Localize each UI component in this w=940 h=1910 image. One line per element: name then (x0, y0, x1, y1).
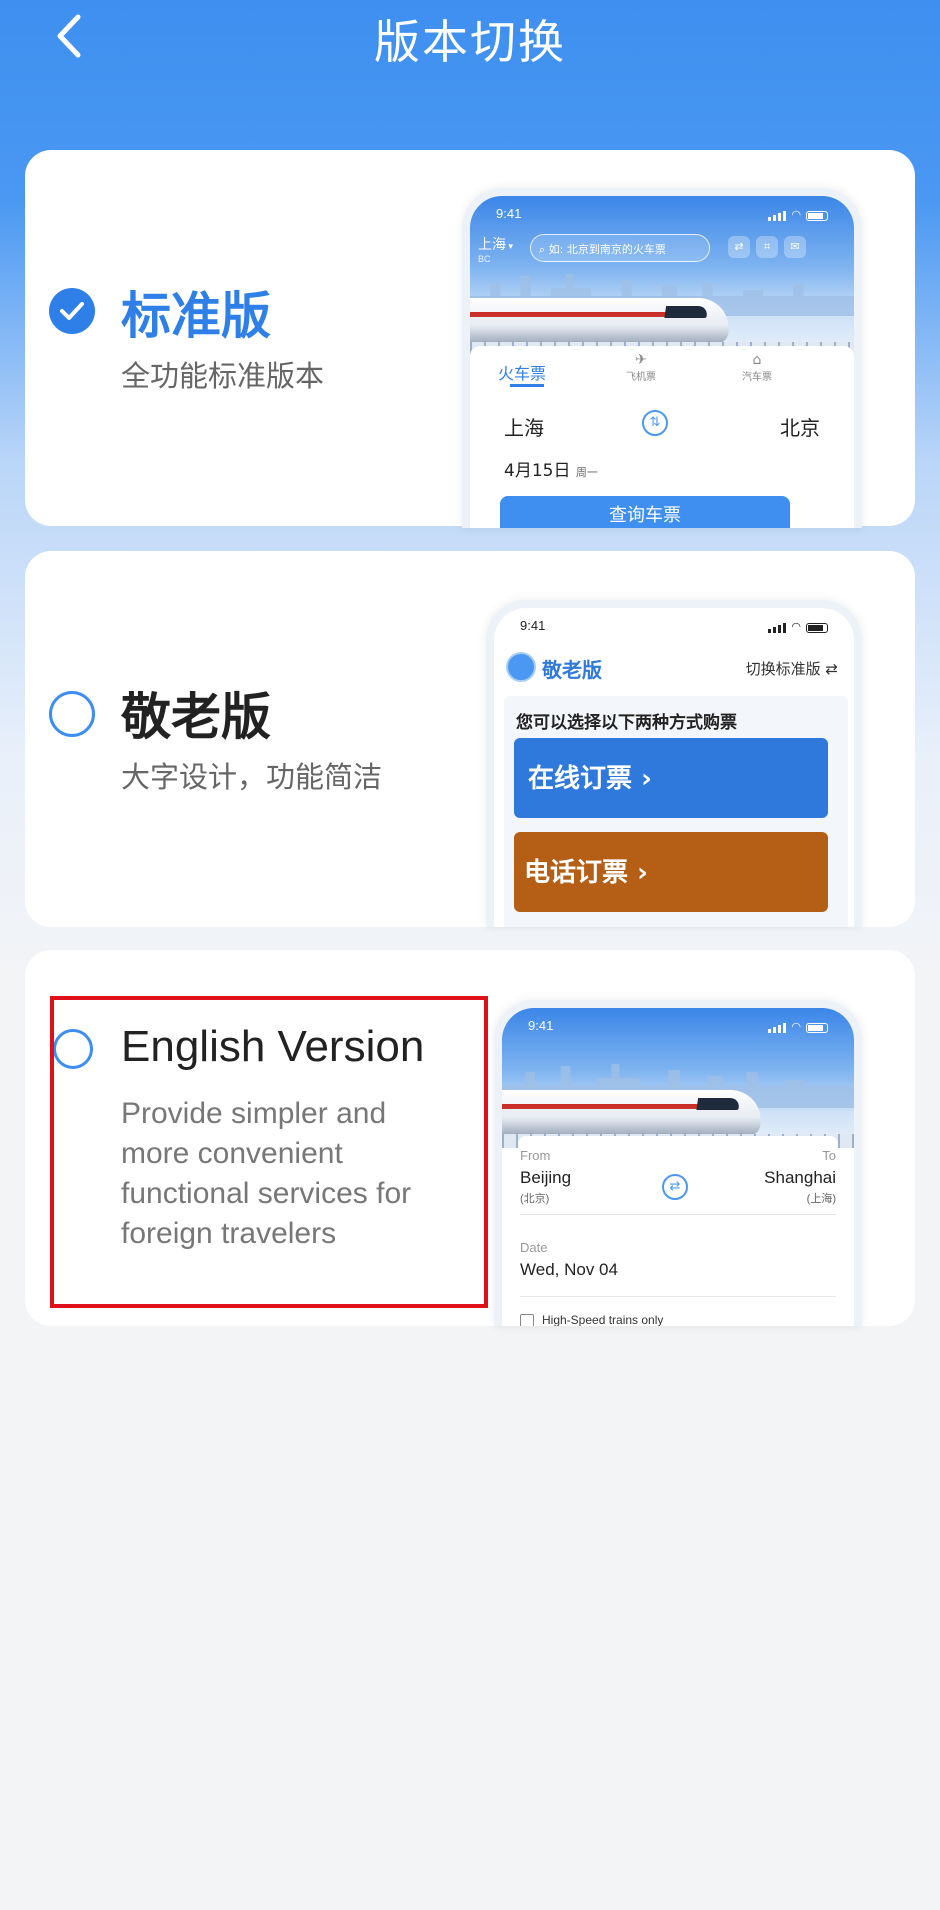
signal-icon (768, 623, 787, 633)
checkbox-icon (520, 1314, 534, 1326)
option-title-elder: 敬老版 (121, 688, 271, 746)
swap-icon: ⇄ (728, 236, 750, 258)
tab-train: 火车票 (498, 364, 547, 383)
from-city-cn: (北京) (520, 1193, 550, 1205)
chevron-right-icon: › (628, 858, 648, 888)
search-input: ⌕ 如: 北京到南京的火车票 (530, 234, 710, 262)
status-time: 9:41 (528, 1018, 554, 1033)
to-station: 北京 (780, 416, 820, 440)
swap-stations-icon: ⇄ (662, 1174, 688, 1200)
message-icon: ✉ (784, 236, 806, 258)
status-time: 9:41 (520, 618, 546, 633)
city-selector: 上海 ▾ BC (478, 236, 514, 264)
page-title: 版本切换 (374, 15, 566, 69)
elder-brand-label: 敬老版 (542, 658, 602, 682)
wifi-icon: ◠ (791, 209, 801, 221)
tab-bus: ⌂ 汽车票 (742, 352, 772, 383)
purchase-prompt: 您可以选择以下两种方式购票 (516, 713, 737, 733)
train-illustration (502, 1090, 766, 1136)
signal-icon (768, 1023, 787, 1033)
tab-flight: ✈ 飞机票 (626, 352, 656, 383)
switch-standard-link: 切换标准版 ⇄ (745, 660, 838, 678)
radio-checked-icon[interactable] (49, 288, 95, 334)
to-city: Shanghai (764, 1168, 836, 1187)
signal-icon (768, 211, 787, 221)
scan-icon: ⌗ (756, 236, 778, 258)
standard-preview-mockup: 9:41 ◠ 上海 ▾ BC ⌕ 如: 北京到南京的火车票 ⇄ ⌗ ✉ 火车票 … (462, 188, 862, 528)
train-illustration (470, 298, 734, 344)
battery-icon (806, 623, 828, 633)
date-label: Date (520, 1240, 548, 1255)
status-time: 9:41 (496, 206, 522, 221)
bus-icon: ⌂ (752, 352, 762, 368)
to-label: To (822, 1148, 836, 1163)
checkmark-icon (60, 302, 84, 320)
elderly-avatar-icon (506, 652, 536, 682)
english-preview-banner: 9:41 ◠ (502, 1008, 854, 1148)
airplane-icon: ✈ (635, 352, 647, 368)
phone-booking-button: 电话订票 › (514, 832, 828, 912)
search-icon: ⌕ (539, 243, 549, 256)
date-value: Wed, Nov 04 (520, 1260, 618, 1279)
option-desc-standard: 全功能标准版本 (121, 359, 325, 393)
wifi-icon: ◠ (791, 1021, 801, 1033)
wifi-icon: ◠ (791, 621, 801, 633)
chevron-right-icon: › (632, 764, 652, 794)
from-label: From (520, 1148, 551, 1163)
elder-preview-mockup: 9:41 ◠ 敬老版 切换标准版 ⇄ 您可以选择以下两种方式购票 在线订票 › … (486, 600, 862, 927)
radio-unchecked-icon[interactable] (49, 691, 95, 737)
standard-preview-banner: 9:41 ◠ 上海 ▾ BC ⌕ 如: 北京到南京的火车票 ⇄ ⌗ ✉ (470, 196, 854, 356)
high-speed-only-label: High-Speed trains only (542, 1313, 664, 1326)
online-booking-button: 在线订票 › (514, 738, 828, 818)
option-title-standard: 标准版 (121, 287, 271, 345)
battery-icon (806, 1023, 828, 1033)
option-desc-elder: 大字设计，功能简洁 (121, 760, 383, 794)
battery-icon (806, 211, 828, 221)
from-station: 上海 (504, 416, 544, 440)
header-bar: 版本切换 (0, 0, 940, 80)
swap-stations-icon: ⇅ (642, 410, 668, 436)
switch-icon: ⇄ (825, 660, 838, 678)
ticket-tabs: 火车票 ✈ 飞机票 ⌂ 汽车票 (470, 346, 854, 387)
highlight-box (50, 996, 488, 1308)
search-tickets-button: 查询车票 (500, 496, 790, 528)
english-preview-mockup: 9:41 ◠ From To Beijing (北京) ⇄ Shanghai (… (494, 1000, 862, 1326)
to-city-cn: (上海) (806, 1193, 836, 1205)
travel-date: 4月15日 周一 (504, 461, 598, 481)
from-city: Beijing (520, 1168, 572, 1187)
